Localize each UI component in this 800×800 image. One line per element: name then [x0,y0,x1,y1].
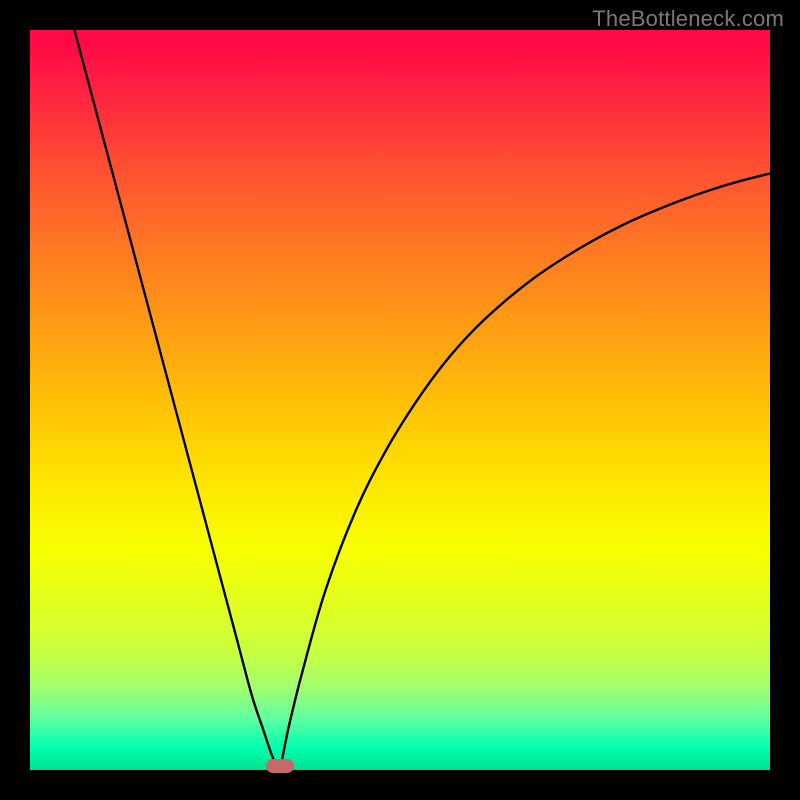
plot-area [30,30,770,770]
curve-right-branch [280,174,770,770]
min-marker [266,759,294,773]
curve-layer [30,30,770,770]
chart-frame: TheBottleneck.com [0,0,800,800]
watermark-text: TheBottleneck.com [592,6,784,32]
curve-left-branch [74,30,280,770]
